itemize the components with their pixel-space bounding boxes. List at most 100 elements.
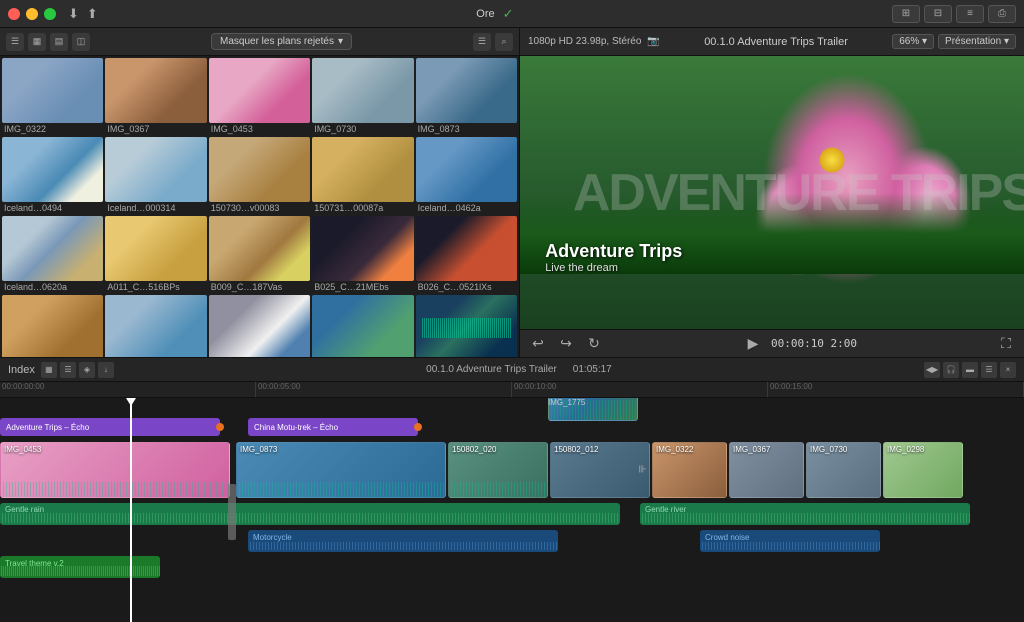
zoom-dropdown-icon: ▾ xyxy=(922,36,927,47)
search-icon[interactable]: ⌕ xyxy=(495,33,513,51)
clip-150731-label: 150731…00087a xyxy=(312,202,413,214)
clip-a011[interactable]: A011_C…516BPs xyxy=(105,216,206,293)
fullscreen-icon[interactable]: ⛶ xyxy=(996,335,1016,352)
clip-waveform-3 xyxy=(449,482,547,497)
video-clip-150802-012[interactable]: 150802_012 ⊪ xyxy=(550,442,650,498)
timeline-label: Index xyxy=(8,364,35,376)
clip-iceland462a[interactable]: Iceland…0462a xyxy=(416,137,517,214)
clip-iceland620a[interactable]: Iceland…0620a xyxy=(2,216,103,293)
clip-img0322-label: IMG_0322 xyxy=(2,123,103,135)
fullscreen-button[interactable] xyxy=(44,8,56,20)
timecode-display: 00:00:10 2:00 xyxy=(771,337,857,350)
upload-icon: ⬆ xyxy=(87,6,98,22)
vclip-img0873-label: IMG_0873 xyxy=(240,445,277,454)
audio-travel-theme[interactable]: Travel theme v.2 xyxy=(0,556,160,578)
view-btn-2[interactable]: ⊟ xyxy=(924,5,952,23)
clip-img0322[interactable]: IMG_0322 xyxy=(2,58,103,135)
tl-icon-arrow[interactable]: ↓ xyxy=(98,362,114,378)
audio-gentle-rain[interactable]: Gentle rain xyxy=(0,503,620,525)
tl-icon-grid[interactable]: ▦ xyxy=(41,362,57,378)
vclip-img0730-label: IMG_0730 xyxy=(810,445,847,454)
video-clip-img0730[interactable]: IMG_0730 xyxy=(806,442,881,498)
clip-150730[interactable]: 150730…v00083 xyxy=(209,137,310,214)
video-clip-img0873[interactable]: IMG_0873 xyxy=(236,442,446,498)
ruler-mark-3: 00:00:15:00 xyxy=(768,382,1024,397)
view-btn-1[interactable]: ⊞ xyxy=(892,5,920,23)
minimize-button[interactable] xyxy=(26,8,38,20)
video-preview: ADVENTURE TRIPS Adventure Trips Live the… xyxy=(520,56,1024,329)
tl-menu-icon[interactable]: ☰ xyxy=(981,362,997,378)
audio-crowd-noise[interactable]: Crowd noise xyxy=(700,530,880,552)
grid-view-icon[interactable]: ▦ xyxy=(28,33,46,51)
viewer-panel: 1080p HD 23.98p, Stéréo 📷 00.1.0 Adventu… xyxy=(520,28,1024,357)
tl-close-icon[interactable]: × xyxy=(1000,362,1016,378)
clip-b009[interactable]: B009_C…187Vas xyxy=(209,216,310,293)
waveform-motorcycle xyxy=(248,542,558,550)
video-clip-img0298[interactable]: IMG_0298 xyxy=(883,442,963,498)
clip-iceland620a-label: Iceland…0620a xyxy=(2,281,103,293)
transition-1 xyxy=(228,484,236,540)
audio-track-china-motu[interactable]: China Motu-trek – Écho xyxy=(248,418,418,436)
video-clip-img0453[interactable]: IMG_0453 xyxy=(0,442,230,498)
clip-img0873[interactable]: IMG_0873 xyxy=(416,58,517,135)
filter-button[interactable]: Masquer les plans rejetés ▾ xyxy=(211,33,352,50)
close-button[interactable] xyxy=(8,8,20,20)
ruler-marks: 00:00:00:00 00:00:05:00 00:00:10:00 00:0… xyxy=(0,382,1024,397)
tl-icon-settings[interactable]: ◈ xyxy=(79,362,95,378)
clip-iceland494[interactable]: Iceland…0494 xyxy=(2,137,103,214)
audio-track-adventure-trips[interactable]: Adventure Trips – Écho xyxy=(0,418,220,436)
clip-b025[interactable]: B025_C…21MEbs xyxy=(312,216,413,293)
clip-b009-label: B009_C…187Vas xyxy=(209,281,310,293)
view-btn-3[interactable]: ≡ xyxy=(956,5,984,23)
loop-icon[interactable]: ↻ xyxy=(584,335,604,352)
timeline-right-icons: ◀▶ 🎧 ▬ ☰ × xyxy=(924,362,1016,378)
clip-img0453[interactable]: IMG_0453 xyxy=(209,58,310,135)
tl-headphone-icon[interactable]: 🎧 xyxy=(943,362,959,378)
presentation-dropdown-icon: ▾ xyxy=(1004,36,1009,47)
vclip-150802020-label: 150802_020 xyxy=(452,445,497,454)
clip-b026[interactable]: B026_C…0521lXs xyxy=(416,216,517,293)
clip-iceland314[interactable]: Iceland…000314 xyxy=(105,137,206,214)
audio-motorcycle[interactable]: Motorcycle xyxy=(248,530,558,552)
video-clip-img0322[interactable]: IMG_0322 xyxy=(652,442,727,498)
clip-waveform xyxy=(1,482,229,497)
forward-icon[interactable]: ↪ xyxy=(556,335,576,352)
clip-img0730[interactable]: IMG_0730 xyxy=(312,58,413,135)
filter-label: Masquer les plans rejetés xyxy=(220,36,334,47)
back-icon[interactable]: ↩ xyxy=(528,335,548,352)
clip-b028[interactable]: B028_C…21A6as xyxy=(2,295,103,357)
clip-b002[interactable]: B002_C…14TNas xyxy=(105,295,206,357)
clip-img0453-label: IMG_0453 xyxy=(209,123,310,135)
tl-icon-list[interactable]: ☰ xyxy=(60,362,76,378)
vclip-img0367-label: IMG_0367 xyxy=(733,445,770,454)
clip-travel-theme[interactable]: Travel theme v.2 xyxy=(416,295,517,357)
video-clip-img0367[interactable]: IMG_0367 xyxy=(729,442,804,498)
viewer-toolbar: 1080p HD 23.98p, Stéréo 📷 00.1.0 Adventu… xyxy=(520,28,1024,56)
audio-track-purple2-label: China Motu-trek – Écho xyxy=(254,423,338,432)
overlay-text: Adventure Trips Live the dream xyxy=(545,241,682,274)
traffic-lights xyxy=(8,8,56,20)
audio-gentle-river[interactable]: Gentle river xyxy=(640,503,970,525)
timeline-timecode: 01:05:17 xyxy=(573,364,612,375)
format-text: 1080p HD 23.98p, Stéréo xyxy=(528,36,641,47)
tl-zoom-icon[interactable]: ◀▶ xyxy=(924,362,940,378)
video-clip-150802-020[interactable]: 150802_020 xyxy=(448,442,548,498)
filmstrip-icon[interactable]: ▤ xyxy=(50,33,68,51)
clip-c003[interactable]: C003_C…WZacs xyxy=(312,295,413,357)
clip-icon[interactable]: ◫ xyxy=(72,33,90,51)
main-area: ☰ ▦ ▤ ◫ Masquer les plans rejetés ▾ ☰ ⌕ xyxy=(0,28,1024,622)
ruler-time-3: 00:00:15:00 xyxy=(770,382,812,391)
clip-img0367[interactable]: IMG_0367 xyxy=(105,58,206,135)
list-icon[interactable]: ☰ xyxy=(473,33,491,51)
list-view-icon[interactable]: ☰ xyxy=(6,33,24,51)
browser-panel: ☰ ▦ ▤ ◫ Masquer les plans rejetés ▾ ☰ ⌕ xyxy=(0,28,520,357)
play-button[interactable]: ▶ xyxy=(743,335,763,352)
presentation-button[interactable]: Présentation ▾ xyxy=(938,34,1016,49)
tl-vol-icon[interactable]: ▬ xyxy=(962,362,978,378)
background-text: ADVENTURE TRIPS xyxy=(573,163,1024,223)
view-btn-4[interactable]: ⎙ xyxy=(988,5,1016,23)
clip-c004[interactable]: C004_C…5U6acs xyxy=(209,295,310,357)
filter-dropdown-area: Masquer les plans rejetés ▾ xyxy=(96,33,467,50)
zoom-button[interactable]: 66% ▾ xyxy=(892,34,934,49)
clip-150731[interactable]: 150731…00087a xyxy=(312,137,413,214)
